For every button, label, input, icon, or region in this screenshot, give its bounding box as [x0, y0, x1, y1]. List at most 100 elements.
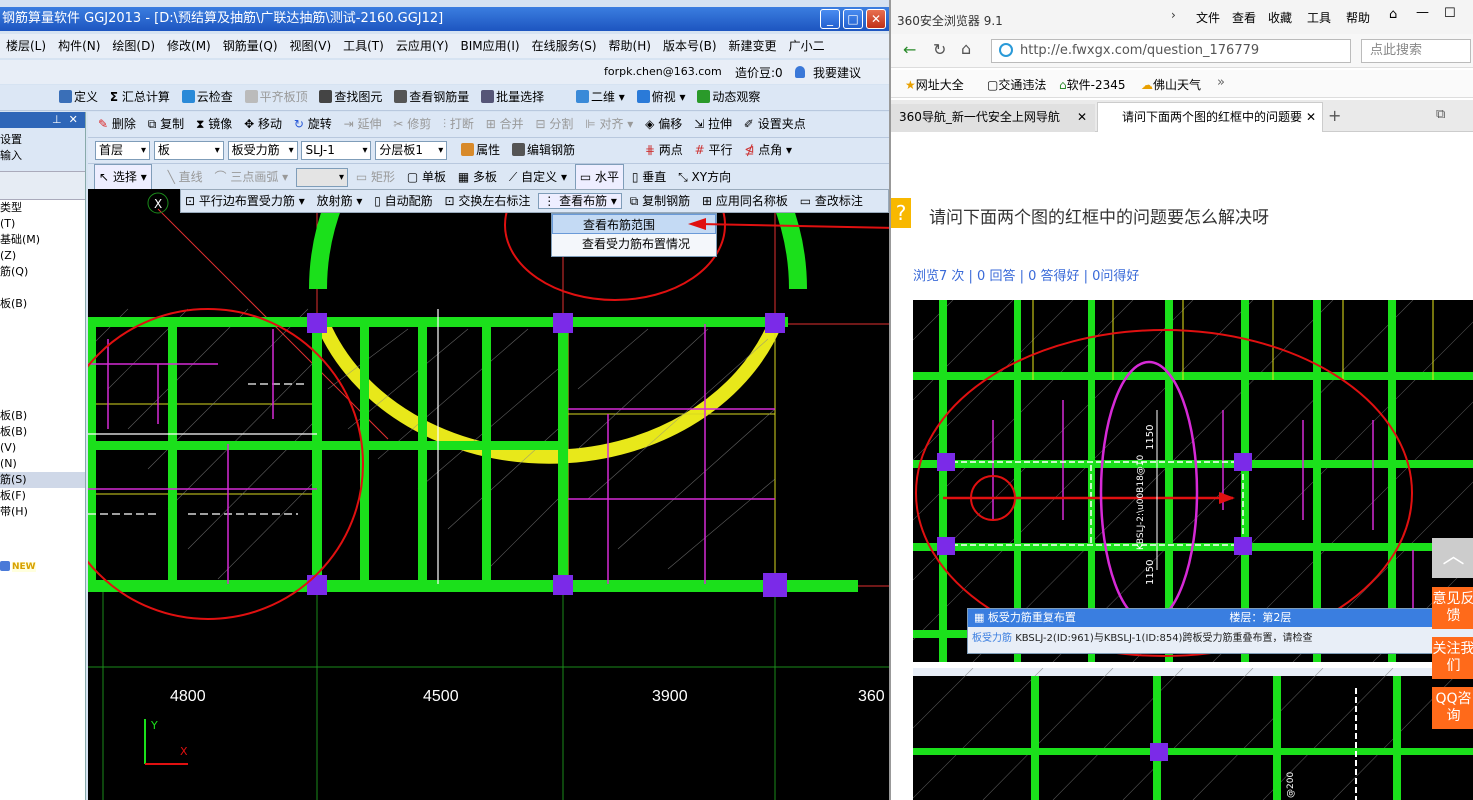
fav-item[interactable]: ☁佛山天气 — [1141, 76, 1201, 93]
delete-button[interactable]: ✎ 删除 — [94, 112, 140, 136]
extend-button[interactable]: ⇥ 延伸 — [340, 112, 386, 136]
layer-select[interactable]: 分层板1 — [375, 141, 448, 160]
browser-maximize-icon[interactable]: ☐ — [1444, 6, 1456, 21]
menu-online[interactable]: 在线服务(S) — [526, 34, 603, 58]
stretch-button[interactable]: ⇲ 拉伸 — [690, 112, 736, 136]
menu-tools[interactable]: 工具(T) — [337, 34, 390, 58]
back-to-top-button[interactable]: ︿ — [1432, 538, 1473, 578]
horizontal-button[interactable]: ▭ 水平 — [574, 164, 624, 189]
menu-help[interactable]: 帮助(H) — [603, 34, 657, 58]
follow-side-button[interactable]: 关注我们 — [1432, 637, 1473, 679]
menu-guang-xiao-er[interactable]: 广小二 — [783, 34, 831, 58]
question-image-1[interactable]: 1150 1150 KBSLJ-2:\u00B18@10 ▦ 板受力筋重复布置 … — [913, 300, 1473, 662]
menu-view-force-rebar[interactable]: 查看受力筋布置情况 — [552, 234, 716, 254]
tree-item[interactable]: 板(F) — [0, 488, 85, 504]
browser-menu-tools[interactable]: 工具 — [1307, 9, 1331, 26]
menu-cloud[interactable]: 云应用(Y) — [390, 34, 455, 58]
panel-close-icon[interactable]: ✕ — [69, 113, 78, 126]
tree-item[interactable]: (Z) — [0, 248, 85, 264]
swap-label-button[interactable]: ⊡ 交换左右标注 — [441, 194, 535, 208]
tree-item-selected[interactable]: 筋(S) — [0, 472, 85, 488]
flush-top-button[interactable]: 平齐板顶 — [241, 85, 312, 109]
menu-bim[interactable]: BIM应用(I) — [455, 34, 526, 58]
line-button[interactable]: ╲ 直线 — [164, 165, 207, 189]
offset-button[interactable]: ◈ 偏移 — [641, 112, 686, 136]
notice-message[interactable]: KBSLJ-2(ID:961)与KBSLJ-1(ID:854)跨板受力筋重叠布置… — [1015, 633, 1312, 644]
view-rebar-qty-button[interactable]: 查看钢筋量 — [390, 85, 473, 109]
tree-item[interactable]: 类型 — [0, 200, 85, 216]
tab-question[interactable]: 请问下面两个图的红框中的问题要 ✕ — [1097, 102, 1323, 132]
fav-item[interactable]: ▢交通违法 — [987, 76, 1046, 93]
rotate-button[interactable]: ↻ 旋转 — [290, 112, 336, 136]
browser-menu-favorites[interactable]: 收藏 — [1268, 9, 1292, 26]
select-button[interactable]: ↖ 选择 ▾ — [94, 164, 152, 189]
xy-direction-button[interactable]: ⤡ XY方向 — [674, 165, 735, 189]
apply-same-name-button[interactable]: ⊞ 应用同名称板 — [698, 194, 792, 208]
reload-icon[interactable]: ↻ — [933, 40, 946, 59]
parallel-button[interactable]: # 平行 — [691, 138, 737, 162]
fav-item[interactable]: ⌂软件-2345 — [1059, 76, 1126, 93]
top-view-button[interactable]: 俯视 ▾ — [633, 85, 690, 109]
point-angle-button[interactable]: ⋬ 点角 ▾ — [740, 138, 796, 162]
tree-item[interactable]: 带(H) — [0, 504, 85, 520]
tree-item[interactable]: 板(B) — [0, 424, 85, 440]
home-icon[interactable]: ⌂ — [961, 39, 971, 58]
tab-close-icon[interactable]: ✕ — [1077, 104, 1087, 130]
tab-list-icon[interactable]: ⧉ — [1436, 107, 1445, 122]
merge-button[interactable]: ⊞ 合并 — [482, 112, 528, 136]
browser-menu-file[interactable]: 文件 — [1196, 9, 1220, 26]
vertical-button[interactable]: ▯ 垂直 — [628, 165, 670, 189]
tree-item[interactable]: 板(B) — [0, 296, 85, 312]
arc-button[interactable]: ⌒ 三点画弧 ▾ — [210, 165, 292, 189]
custom-button[interactable]: ⟋ 自定义 ▾ — [505, 165, 571, 189]
trim-button[interactable]: ✂ 修剪 — [389, 112, 435, 136]
dynamic-view-button[interactable]: 动态观察 — [693, 85, 764, 109]
tab-close-icon[interactable]: ✕ — [1302, 103, 1316, 131]
2d-button[interactable]: 二维 ▾ — [572, 85, 629, 109]
browser-menu-help[interactable]: 帮助 — [1346, 9, 1370, 26]
drawing-canvas[interactable]: X 4800 4500 3900 360 Y X ⊡ 平行边布置受力筋 ▾ 放射… — [88, 189, 889, 800]
floor-select[interactable]: 首层 — [95, 141, 150, 160]
single-board-button[interactable]: ▢ 单板 — [403, 165, 450, 189]
copy-rebar-button[interactable]: ⧉ 复制钢筋 — [626, 194, 694, 208]
account-email[interactable]: forpk.chen@163.com — [604, 65, 722, 78]
arc-param-select[interactable] — [296, 168, 349, 187]
maximize-button[interactable]: □ — [843, 9, 863, 29]
fav-item[interactable]: ★网址大全 — [905, 76, 964, 93]
question-image-2[interactable]: @200 — [913, 668, 1473, 800]
browser-home-icon[interactable]: ⌂ — [1389, 7, 1397, 22]
split-button[interactable]: ⊟ 分割 — [531, 112, 577, 136]
type-select[interactable]: 板 — [153, 141, 224, 160]
menu-draw[interactable]: 绘图(D) — [106, 34, 161, 58]
tree-item[interactable]: (N) — [0, 456, 85, 472]
menu-modify[interactable]: 修改(M) — [161, 34, 217, 58]
menu-floor[interactable]: 楼层(L) — [0, 34, 52, 58]
back-icon[interactable]: ← — [903, 40, 916, 59]
parallel-edge-rebar-button[interactable]: ⊡ 平行边布置受力筋 ▾ — [181, 194, 309, 208]
menu-component[interactable]: 构件(N) — [52, 34, 106, 58]
align-button[interactable]: ⊫ 对齐 ▾ — [581, 112, 637, 136]
set-grip-button[interactable]: ✐ 设置夹点 — [740, 112, 810, 136]
search-field[interactable]: 点此搜索 — [1361, 39, 1471, 63]
view-rebar-button[interactable]: ⋮ 查看布筋 ▾ — [538, 193, 622, 209]
multi-board-button[interactable]: ▦ 多板 — [454, 165, 501, 189]
name-select[interactable]: SLJ-1 — [301, 141, 372, 160]
tree-item[interactable]: (T) — [0, 216, 85, 232]
menu-view-rebar-range[interactable]: 查看布筋范围 — [552, 214, 716, 234]
close-button[interactable]: ✕ — [866, 9, 886, 29]
auto-rebar-button[interactable]: ▯ 自动配筋 — [370, 194, 436, 208]
menu-version[interactable]: 版本号(B) — [657, 34, 723, 58]
minimize-button[interactable]: _ — [820, 9, 840, 29]
find-element-button[interactable]: 查找图元 — [315, 85, 386, 109]
menu-view[interactable]: 视图(V) — [284, 34, 338, 58]
browser-menu-view[interactable]: 查看 — [1232, 9, 1256, 26]
cloud-check-button[interactable]: 云检查 — [178, 85, 237, 109]
copy-button[interactable]: ⧉ 复制 — [144, 112, 188, 136]
tree-settings[interactable]: 设置 — [0, 128, 85, 148]
menu-rebar[interactable]: 钢筋量(Q) — [217, 34, 284, 58]
move-button[interactable]: ✥ 移动 — [240, 112, 286, 136]
tree-item[interactable]: 基础(M) — [0, 232, 85, 248]
break-button[interactable]: ⫶ 打断 — [439, 112, 478, 136]
more-favorites-icon[interactable]: » — [1217, 75, 1225, 90]
properties-button[interactable]: 属性 — [457, 138, 504, 162]
